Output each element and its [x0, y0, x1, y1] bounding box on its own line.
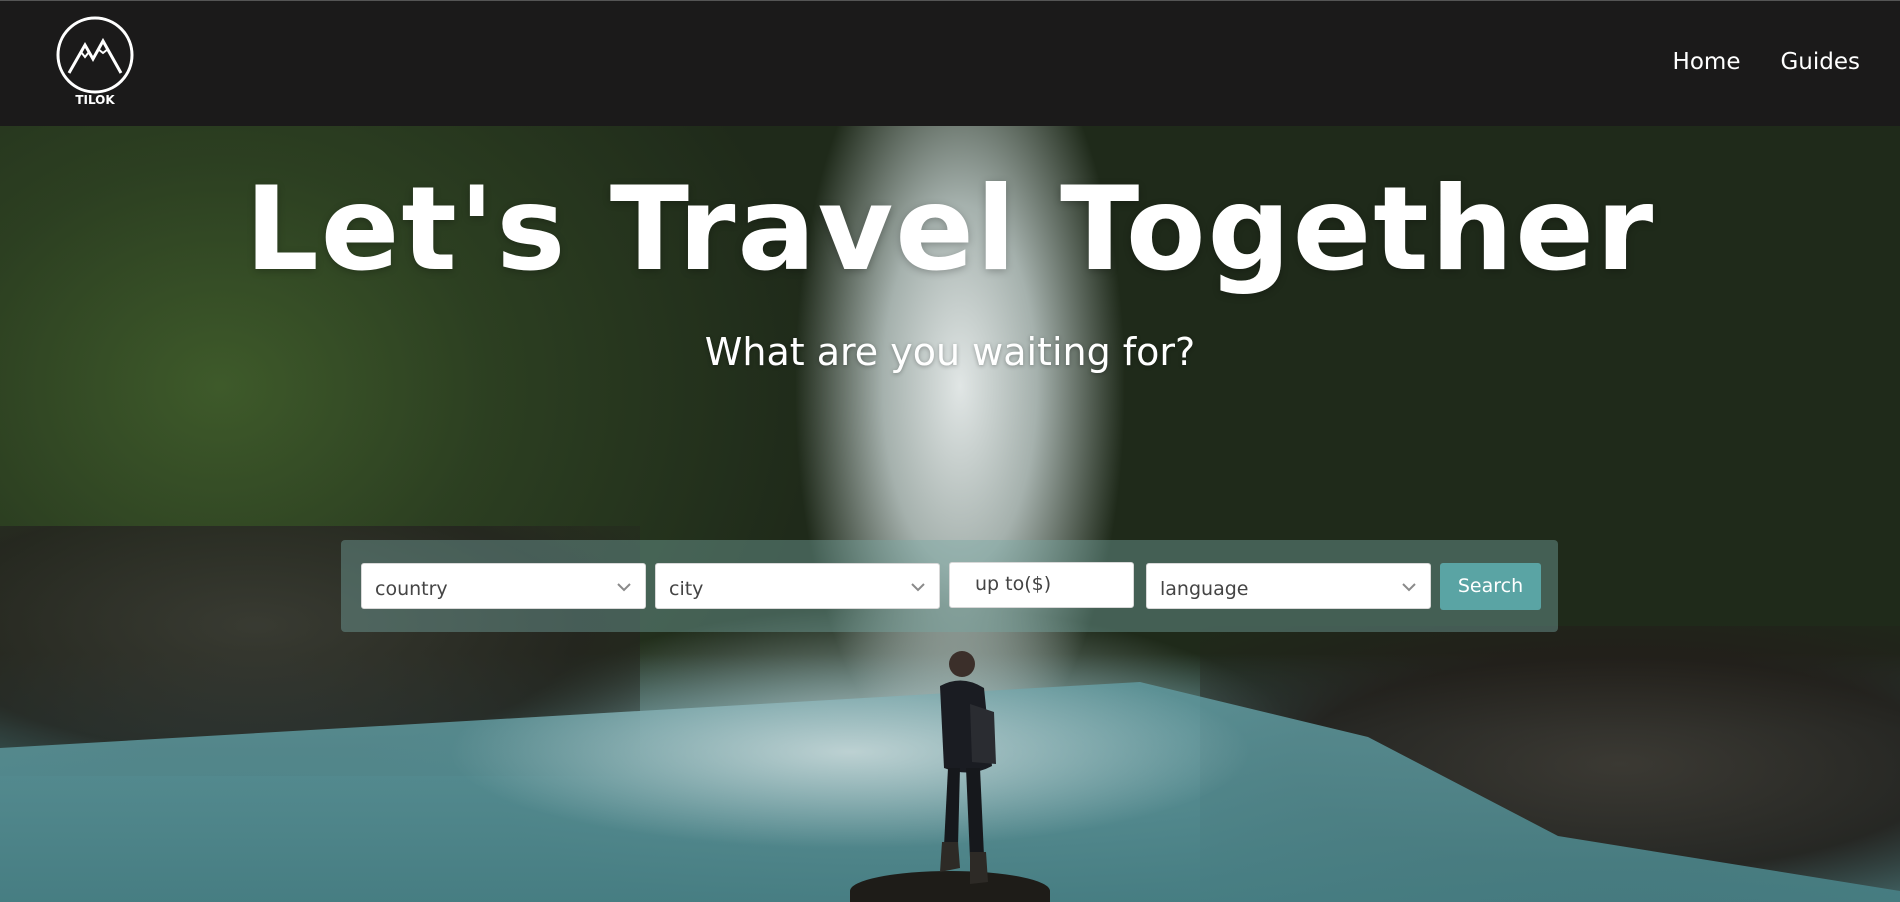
country-select[interactable]: country [361, 563, 646, 609]
chevron-down-icon [1402, 583, 1416, 592]
search-button[interactable]: Search [1440, 563, 1541, 610]
chevron-down-icon [617, 583, 631, 592]
language-select[interactable]: language [1146, 563, 1431, 609]
chevron-down-icon [911, 583, 925, 592]
hero-title: Let's Travel Together [244, 162, 1656, 297]
logo[interactable]: TILOK [55, 15, 135, 111]
logo-text: TILOK [75, 93, 115, 107]
navbar: TILOK Home Guides [0, 0, 1900, 126]
price-input-placeholder: up to($) [975, 573, 1052, 595]
city-select-label: city [669, 578, 704, 600]
mountain-logo-icon [56, 16, 134, 94]
hero-section: Let's Travel Together What are you waiti… [0, 126, 1900, 902]
nav-links: Home Guides [1673, 49, 1860, 75]
language-select-label: language [1160, 578, 1249, 600]
city-select[interactable]: city [655, 563, 940, 609]
search-panel: country city up to($) language Search [341, 540, 1558, 632]
price-input[interactable]: up to($) [949, 562, 1134, 608]
nav-home-link[interactable]: Home [1673, 49, 1741, 75]
hiker-figure [940, 651, 996, 884]
hero-subtitle: What are you waiting for? [704, 330, 1196, 374]
country-select-label: country [375, 578, 448, 600]
nav-guides-link[interactable]: Guides [1780, 49, 1860, 75]
